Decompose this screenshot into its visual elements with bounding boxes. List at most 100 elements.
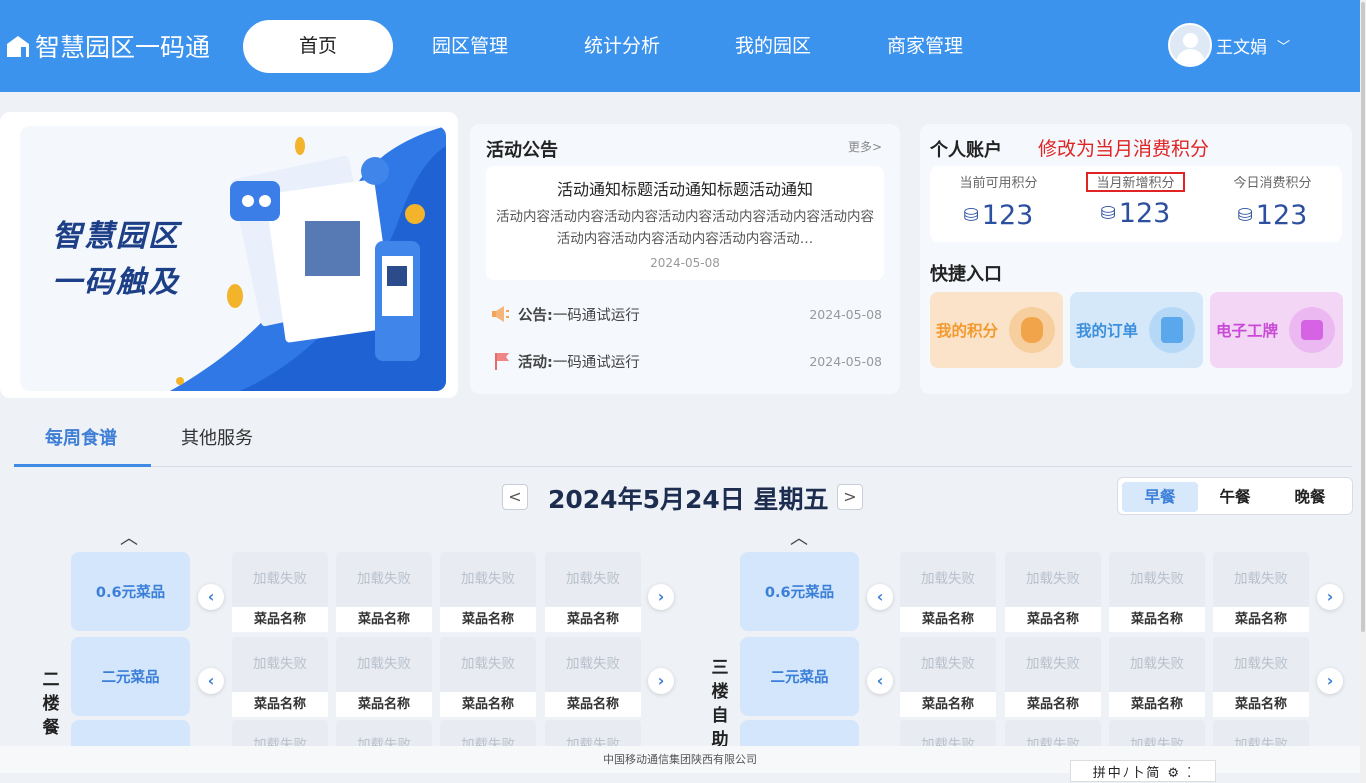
food-name: 菜品名称 bbox=[1109, 692, 1205, 717]
category-tab[interactable]: 二元菜品 bbox=[740, 637, 859, 716]
food-item[interactable]: 加载失败 菜品名称 bbox=[440, 637, 536, 717]
banner-line-2: 一码触及 bbox=[52, 265, 180, 300]
food-item[interactable]: 加载失败 菜品名称 bbox=[1005, 552, 1101, 632]
chevron-right-icon[interactable]: › bbox=[648, 584, 674, 610]
food-item[interactable]: 加载失败 bbox=[336, 720, 432, 748]
category-tab[interactable]: 二元菜品 bbox=[71, 637, 190, 716]
food-item[interactable]: 加载失败 菜品名称 bbox=[232, 637, 328, 717]
food-image-placeholder: 加载失败 bbox=[336, 637, 432, 692]
quick-e-badge[interactable]: 电子工牌 bbox=[1210, 292, 1343, 368]
notice-row-announcement[interactable]: 公告: 一码通试运行 2024-05-08 bbox=[492, 302, 882, 326]
food-item[interactable]: 加载失败 菜品名称 bbox=[1213, 552, 1309, 632]
quick-label: 我的积分 bbox=[936, 322, 999, 340]
food-item[interactable]: 加载失败 菜品名称 bbox=[232, 552, 328, 632]
food-image-placeholder: 加载失败 bbox=[1005, 637, 1101, 692]
account-title: 个人账户 bbox=[930, 140, 1002, 161]
points-value: 123 bbox=[1255, 200, 1308, 231]
ime-toolbar[interactable]: 拼中ﾉ卜简 ⚙ ⁚ bbox=[1070, 760, 1216, 782]
chevron-left-icon[interactable]: ‹ bbox=[198, 584, 224, 610]
points-monthly-new: 当月新增积分 ⛁ 123 bbox=[1067, 172, 1204, 229]
meal-breakfast[interactable]: 早餐 bbox=[1122, 482, 1198, 512]
chevron-left-icon[interactable]: ‹ bbox=[867, 584, 893, 610]
coins-icon: ⛁ bbox=[1237, 205, 1253, 226]
food-item[interactable]: 加载失败 菜品名称 bbox=[1109, 552, 1205, 632]
nav-park-management[interactable]: 园区管理 bbox=[410, 20, 530, 73]
food-image-placeholder: 加载失败 bbox=[545, 637, 641, 692]
featured-notice-title: 活动通知标题活动通知标题活动通知 bbox=[556, 180, 813, 199]
food-item[interactable]: 加载失败 菜品名称 bbox=[336, 552, 432, 632]
chevron-right-icon[interactable]: › bbox=[1317, 668, 1343, 694]
food-item[interactable]: 加载失败 bbox=[440, 720, 536, 748]
category-tab[interactable]: 0.6元菜品 bbox=[740, 552, 859, 631]
banner-slogan: 智慧园区 一码触及 bbox=[52, 214, 180, 306]
food-item[interactable]: 加载失败 bbox=[1109, 720, 1205, 748]
points-card: 当前可用积分 ⛁ 123 当月新增积分 ⛁ 123 今日消费积分 ⛁ 123 bbox=[930, 166, 1342, 242]
user-menu[interactable]: 王文娟 ﹀ bbox=[1168, 22, 1290, 68]
food-item[interactable]: 加载失败 bbox=[900, 720, 996, 748]
megaphone-icon bbox=[492, 306, 509, 322]
account-panel: 个人账户 修改为当月消费积分 当前可用积分 ⛁ 123 当月新增积分 ⛁ 123 今… bbox=[920, 124, 1352, 394]
more-link[interactable]: 更多> bbox=[848, 138, 882, 155]
food-item[interactable]: 加载失败 bbox=[1005, 720, 1101, 748]
chevron-right-icon[interactable]: › bbox=[1317, 584, 1343, 610]
quick-label: 我的订单 bbox=[1076, 322, 1139, 340]
chevron-left-icon[interactable]: ‹ bbox=[867, 668, 893, 694]
food-item[interactable]: 加载失败 菜品名称 bbox=[336, 637, 432, 717]
featured-notice[interactable]: 活动通知标题活动通知标题活动通知 活动内容活动内容活动内容活动内容活动内容活动内… bbox=[486, 166, 884, 280]
food-item[interactable]: 加载失败 bbox=[545, 720, 641, 748]
food-item[interactable]: 加载失败 菜品名称 bbox=[1213, 637, 1309, 717]
nav-merchant-management[interactable]: 商家管理 bbox=[865, 20, 985, 73]
notice-row-text: 一码通试运行 bbox=[552, 307, 640, 324]
points-label: 当月新增积分 bbox=[1086, 172, 1185, 192]
food-item[interactable]: 加载失败 菜品名称 bbox=[1109, 637, 1205, 717]
food-name: 菜品名称 bbox=[1213, 607, 1309, 632]
prev-day-button[interactable]: < bbox=[502, 484, 528, 510]
points-available: 当前可用积分 ⛁ 123 bbox=[930, 172, 1067, 231]
food-name: 菜品名称 bbox=[900, 607, 996, 632]
next-day-button[interactable]: > bbox=[837, 484, 863, 510]
quick-my-points[interactable]: 我的积分 bbox=[930, 292, 1063, 368]
food-name: 菜品名称 bbox=[900, 692, 996, 717]
food-image-placeholder: 加载失败 bbox=[336, 552, 432, 607]
points-label: 当前可用积分 bbox=[959, 176, 1038, 191]
quick-my-orders[interactable]: 我的订单 bbox=[1070, 292, 1203, 368]
food-item[interactable]: 加载失败 菜品名称 bbox=[900, 552, 996, 632]
meal-dinner[interactable]: 晚餐 bbox=[1272, 482, 1348, 512]
chevron-up-icon[interactable]: ︿ bbox=[790, 524, 808, 550]
tab-weekly-menu[interactable]: 每周食谱 bbox=[45, 424, 117, 450]
chevron-left-icon[interactable]: ‹ bbox=[198, 668, 224, 694]
food-item[interactable]: 加载失败 菜品名称 bbox=[1005, 637, 1101, 717]
vertical-scrollbar[interactable] bbox=[1360, 0, 1366, 783]
food-item[interactable]: 加载失败 菜品名称 bbox=[545, 637, 641, 717]
food-image-placeholder: 加载失败 bbox=[440, 720, 536, 748]
food-name: 菜品名称 bbox=[232, 692, 328, 717]
featured-notice-content: 活动内容活动内容活动内容活动内容活动内容活动内容活动内容活动内容活动内容活动内容… bbox=[496, 209, 874, 247]
app-logo[interactable]: 智慧园区一码通 bbox=[5, 28, 210, 64]
meal-lunch[interactable]: 午餐 bbox=[1197, 482, 1273, 512]
notice-row-date: 2024-05-08 bbox=[809, 306, 882, 322]
featured-notice-date: 2024-05-08 bbox=[650, 256, 720, 270]
scrollbar-thumb[interactable] bbox=[1361, 2, 1365, 632]
category-tab[interactable]: 0.6元菜品 bbox=[71, 552, 190, 631]
food-name: 菜品名称 bbox=[1005, 692, 1101, 717]
menu-date-title: 2024年5月24日 星期五 bbox=[548, 485, 829, 514]
chevron-down-icon: ﹀ bbox=[1277, 39, 1291, 55]
tab-other-services[interactable]: 其他服务 bbox=[181, 424, 253, 450]
food-item[interactable]: 加载失败 bbox=[232, 720, 328, 748]
chevron-right-icon[interactable]: › bbox=[648, 668, 674, 694]
food-item[interactable]: 加载失败 菜品名称 bbox=[440, 552, 536, 632]
food-item[interactable]: 加载失败 bbox=[1213, 720, 1309, 748]
food-image-placeholder: 加载失败 bbox=[232, 552, 328, 607]
food-name: 菜品名称 bbox=[232, 607, 328, 632]
top-header: 智慧园区一码通 首页 园区管理 统计分析 我的园区 商家管理 王文娟 ﹀ bbox=[0, 0, 1360, 92]
food-item[interactable]: 加载失败 菜品名称 bbox=[900, 637, 996, 717]
food-item[interactable]: 加载失败 菜品名称 bbox=[545, 552, 641, 632]
chevron-up-icon[interactable]: ︿ bbox=[120, 524, 138, 550]
nav-home[interactable]: 首页 bbox=[243, 20, 393, 73]
notice-row-activity[interactable]: 活动: 一码通试运行 2024-05-08 bbox=[492, 349, 882, 373]
points-value: 123 bbox=[1118, 198, 1171, 229]
flag-icon bbox=[495, 353, 509, 370]
nav-statistics[interactable]: 统计分析 bbox=[562, 20, 682, 73]
nav-my-park[interactable]: 我的园区 bbox=[713, 20, 833, 73]
right-floor-text: 三楼自助 bbox=[711, 658, 729, 750]
